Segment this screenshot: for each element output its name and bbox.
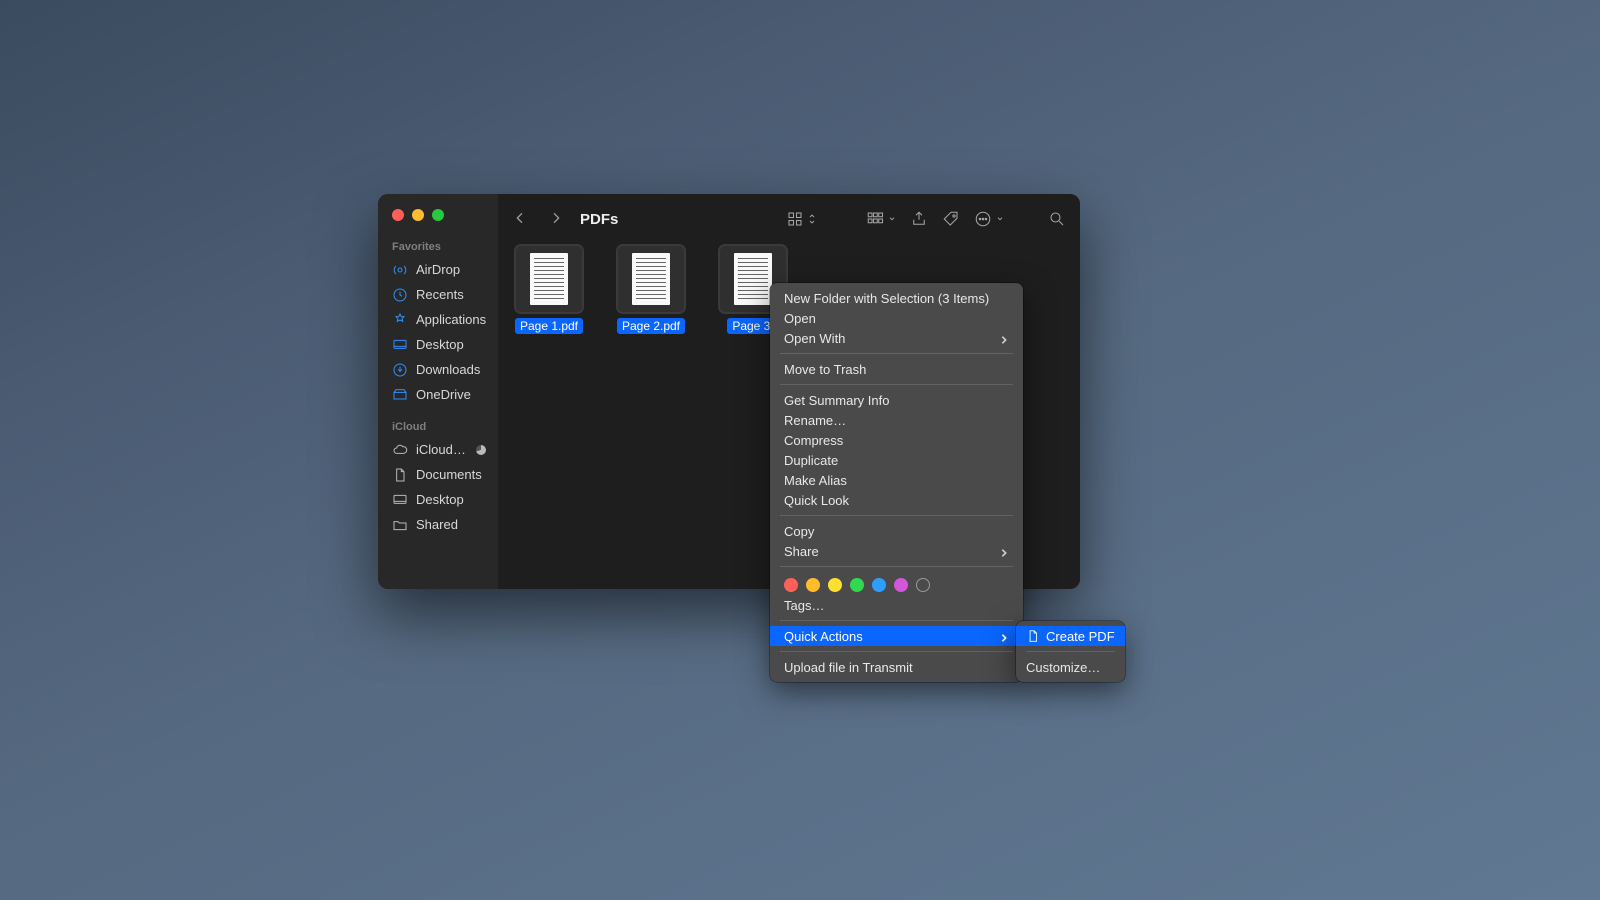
menu-separator bbox=[780, 566, 1013, 567]
tag-green[interactable] bbox=[850, 578, 864, 592]
context-menu: New Folder with Selection (3 Items) Open… bbox=[770, 283, 1023, 682]
submenu-customize[interactable]: Customize… bbox=[1016, 657, 1125, 677]
ctx-item-label: Make Alias bbox=[784, 473, 847, 488]
close-window-button[interactable] bbox=[392, 209, 404, 221]
sidebar-item-recents[interactable]: Recents bbox=[378, 282, 498, 307]
sidebar-item-downloads[interactable]: Downloads bbox=[378, 357, 498, 382]
file-item[interactable]: Page 1.pdf bbox=[516, 246, 582, 334]
share-button[interactable] bbox=[910, 210, 928, 228]
sidebar-item-airdrop[interactable]: AirDrop bbox=[378, 257, 498, 282]
toolbar: PDFs bbox=[498, 194, 1080, 244]
sidebar-item-label: Documents bbox=[416, 467, 482, 482]
chevron-right-icon bbox=[999, 546, 1009, 556]
ctx-item-label: Get Summary Info bbox=[784, 393, 889, 408]
file-name-label: Page 1.pdf bbox=[515, 318, 583, 334]
forward-button[interactable] bbox=[548, 210, 564, 229]
sidebar-item-documents[interactable]: Documents bbox=[378, 462, 498, 487]
tag-blue[interactable] bbox=[872, 578, 886, 592]
document-icon bbox=[1026, 629, 1040, 643]
sidebar-item-onedrive[interactable]: OneDrive bbox=[378, 382, 498, 407]
file-thumbnail bbox=[618, 246, 684, 312]
menu-separator bbox=[780, 620, 1013, 621]
ctx-item-label: Share bbox=[784, 544, 819, 559]
submenu-item-label: Customize… bbox=[1026, 660, 1100, 675]
submenu-create-pdf[interactable]: Create PDF bbox=[1016, 626, 1125, 646]
ctx-upload-transmit[interactable]: Upload file in Transmit bbox=[770, 657, 1023, 677]
sync-progress-icon bbox=[476, 445, 486, 455]
ctx-item-label: Quick Look bbox=[784, 493, 849, 508]
sidebar-item-label: Desktop bbox=[416, 337, 464, 352]
ctx-item-label: Copy bbox=[784, 524, 814, 539]
sidebar-item-label: AirDrop bbox=[416, 262, 460, 277]
ctx-copy[interactable]: Copy bbox=[770, 521, 1023, 541]
ctx-move-to-trash[interactable]: Move to Trash bbox=[770, 359, 1023, 379]
sidebar-item-desktop-icloud[interactable]: Desktop bbox=[378, 487, 498, 512]
file-name-label: Page 2.pdf bbox=[617, 318, 685, 334]
file-thumbnail bbox=[516, 246, 582, 312]
ctx-make-alias[interactable]: Make Alias bbox=[770, 470, 1023, 490]
ctx-new-folder-with-selection[interactable]: New Folder with Selection (3 Items) bbox=[770, 288, 1023, 308]
sidebar-section-favorites: Favorites bbox=[378, 235, 498, 257]
menu-separator bbox=[780, 651, 1013, 652]
ctx-tags[interactable]: Tags… bbox=[770, 595, 1023, 615]
ctx-quick-actions[interactable]: Quick Actions bbox=[770, 626, 1023, 646]
ctx-open-with[interactable]: Open With bbox=[770, 328, 1023, 348]
ctx-item-label: Open bbox=[784, 311, 816, 326]
sidebar-item-label: Desktop bbox=[416, 492, 464, 507]
sidebar-item-desktop[interactable]: Desktop bbox=[378, 332, 498, 357]
tag-none[interactable] bbox=[916, 578, 930, 592]
view-mode-button[interactable] bbox=[786, 210, 816, 228]
sidebar-item-label: OneDrive bbox=[416, 387, 471, 402]
ctx-item-label: Upload file in Transmit bbox=[784, 660, 913, 675]
menu-separator bbox=[780, 384, 1013, 385]
search-button[interactable] bbox=[1048, 210, 1066, 228]
chevron-right-icon bbox=[999, 631, 1009, 641]
tag-orange[interactable] bbox=[806, 578, 820, 592]
ctx-item-label: Compress bbox=[784, 433, 843, 448]
ctx-quick-look[interactable]: Quick Look bbox=[770, 490, 1023, 510]
ctx-get-summary-info[interactable]: Get Summary Info bbox=[770, 390, 1023, 410]
tag-colors-row bbox=[770, 572, 1023, 595]
file-item[interactable]: Page 2.pdf bbox=[618, 246, 684, 334]
ctx-item-label: Quick Actions bbox=[784, 629, 863, 644]
sidebar-item-applications[interactable]: Applications bbox=[378, 307, 498, 332]
ctx-compress[interactable]: Compress bbox=[770, 430, 1023, 450]
menu-separator bbox=[780, 515, 1013, 516]
ctx-item-label: Tags… bbox=[784, 598, 824, 613]
sidebar-item-label: Applications bbox=[416, 312, 486, 327]
chevron-right-icon bbox=[999, 333, 1009, 343]
ctx-item-label: New Folder with Selection (3 Items) bbox=[784, 291, 989, 306]
ctx-share[interactable]: Share bbox=[770, 541, 1023, 561]
ctx-item-label: Move to Trash bbox=[784, 362, 866, 377]
sidebar-item-label: Recents bbox=[416, 287, 464, 302]
submenu-item-label: Create PDF bbox=[1046, 629, 1115, 644]
sidebar-section-icloud: iCloud bbox=[378, 415, 498, 437]
tag-red[interactable] bbox=[784, 578, 798, 592]
sidebar-item-label: Downloads bbox=[416, 362, 480, 377]
ctx-open[interactable]: Open bbox=[770, 308, 1023, 328]
group-by-button[interactable] bbox=[866, 210, 896, 228]
ctx-rename[interactable]: Rename… bbox=[770, 410, 1023, 430]
ctx-item-label: Open With bbox=[784, 331, 845, 346]
sidebar-item-shared[interactable]: Shared bbox=[378, 512, 498, 537]
sidebar: Favorites AirDrop Recents Applications D… bbox=[378, 194, 498, 589]
action-button[interactable] bbox=[974, 210, 1004, 228]
tag-purple[interactable] bbox=[894, 578, 908, 592]
sidebar-item-icloud-drive[interactable]: iCloud… bbox=[378, 437, 498, 462]
zoom-window-button[interactable] bbox=[432, 209, 444, 221]
ctx-item-label: Rename… bbox=[784, 413, 846, 428]
sidebar-item-label: iCloud… bbox=[416, 442, 466, 457]
ctx-item-label: Duplicate bbox=[784, 453, 838, 468]
sidebar-item-label: Shared bbox=[416, 517, 458, 532]
tag-yellow[interactable] bbox=[828, 578, 842, 592]
ctx-duplicate[interactable]: Duplicate bbox=[770, 450, 1023, 470]
menu-separator bbox=[1026, 651, 1115, 652]
menu-separator bbox=[780, 353, 1013, 354]
quick-actions-submenu: Create PDF Customize… bbox=[1016, 621, 1125, 682]
back-button[interactable] bbox=[512, 210, 528, 229]
minimize-window-button[interactable] bbox=[412, 209, 424, 221]
tags-button[interactable] bbox=[942, 210, 960, 228]
folder-title: PDFs bbox=[580, 211, 618, 228]
traffic-lights bbox=[378, 206, 498, 235]
